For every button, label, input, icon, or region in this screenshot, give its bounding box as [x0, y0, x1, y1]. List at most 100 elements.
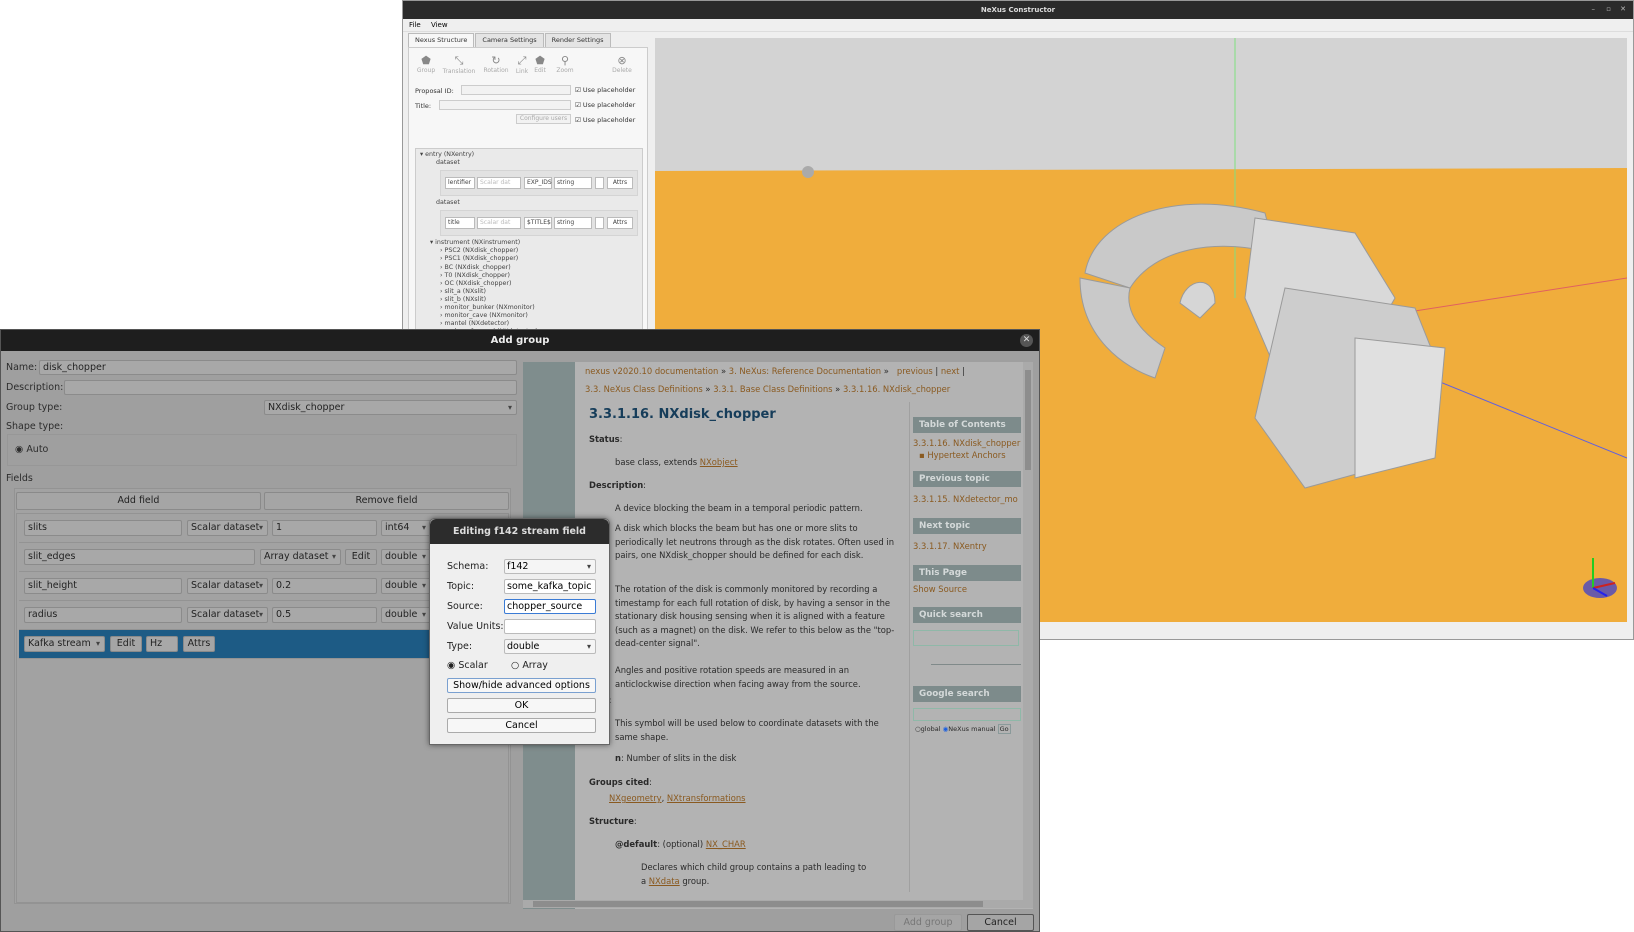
next-link[interactable]: 3.3.1.17. NXentry [913, 541, 987, 551]
link-reference[interactable]: 3. NeXus: Reference Documentation [729, 366, 881, 376]
toolbar-delete[interactable]: ⊗ Delete [609, 54, 635, 74]
toolbar-translation[interactable]: ⤡ Translation [441, 54, 477, 75]
dataset-units[interactable] [595, 177, 604, 190]
menu-file[interactable]: File [409, 21, 421, 29]
schema-select[interactable]: f142 [504, 559, 596, 574]
field-value[interactable]: 1 [272, 520, 377, 536]
group-type-select[interactable]: NXdisk_chopper [264, 400, 517, 415]
field-dtype-select[interactable]: double [381, 607, 431, 623]
dataset-value[interactable]: $TITLE$ [524, 217, 552, 230]
add-field-button[interactable]: Add field [16, 492, 261, 510]
tree-item[interactable]: › slit_b (NXslit) [440, 296, 638, 304]
array-radio[interactable]: ○ Array [511, 660, 548, 671]
users-placeholder-checkbox[interactable]: ☑ Use placeholder [575, 116, 635, 124]
cancel-button[interactable]: Cancel [967, 914, 1034, 931]
attrs-button[interactable]: Attrs [607, 217, 633, 230]
vertical-scrollbar[interactable] [1023, 362, 1033, 900]
field-name[interactable]: slit_height [24, 578, 182, 594]
scrollbar-thumb[interactable] [1025, 370, 1031, 470]
field-name[interactable]: slits [24, 520, 182, 536]
value-units-input[interactable] [504, 619, 596, 634]
tree-item-entry[interactable]: ▾ entry (NXentry) [420, 151, 638, 159]
link-docs-home[interactable]: nexus v2020.10 documentation [585, 366, 718, 376]
stream-cancel-button[interactable]: Cancel [447, 718, 596, 733]
close-icon[interactable]: ✕ [1020, 334, 1033, 347]
field-dtype-select[interactable]: double [381, 578, 431, 594]
shape-auto-radio[interactable]: ◉ Auto [15, 444, 48, 455]
toolbar-zoom[interactable]: ⚲ Zoom [552, 54, 578, 74]
minimize-button[interactable]: – [1592, 5, 1596, 13]
field-kind-select[interactable]: Scalar dataset [187, 607, 268, 623]
stream-kind-select[interactable]: Kafka stream [24, 636, 105, 652]
scalar-radio[interactable]: ◉ Scalar [447, 660, 488, 671]
description-input[interactable] [64, 380, 517, 395]
field-kind-select[interactable]: Array dataset [260, 549, 341, 565]
link-nxdata[interactable]: NXdata [649, 876, 680, 886]
field-kind-select[interactable]: Scalar dataset [187, 520, 268, 536]
toc-subitem[interactable]: ▪ Hypertext Anchors [919, 450, 1023, 460]
toolbar-edit[interactable]: ⬟ Edit [531, 54, 549, 74]
ok-button[interactable]: OK [447, 698, 596, 713]
tree-item[interactable]: › PSC2 (NXdisk_chopper) [440, 247, 638, 255]
dataset-type[interactable]: Scalar dat [477, 217, 521, 230]
tree-item[interactable]: › OC (NXdisk_chopper) [440, 280, 638, 288]
advanced-options-button[interactable]: Show/hide advanced options [447, 678, 596, 693]
field-value[interactable]: 0.2 [272, 578, 377, 594]
link-nxtransformations[interactable]: NXtransformations [667, 793, 746, 803]
stream-units-input[interactable]: Hz [146, 636, 178, 652]
dataset-units[interactable] [595, 217, 604, 230]
hscrollbar-thumb[interactable] [533, 901, 983, 907]
field-name[interactable]: slit_edges [24, 549, 255, 565]
add-group-button[interactable]: Add group [894, 914, 962, 931]
attrs-button[interactable]: Attrs [607, 177, 633, 190]
field-name[interactable]: radius [24, 607, 182, 623]
stream-attrs-button[interactable]: Attrs [183, 636, 215, 652]
dataset-name[interactable]: title [445, 217, 475, 230]
show-source-link[interactable]: Show Source [913, 584, 967, 594]
close-button[interactable]: ✕ [1620, 5, 1626, 13]
tree-item[interactable]: › mantel (NXdetector) [440, 320, 638, 328]
field-dtype-select[interactable]: int64 [381, 520, 431, 536]
title-placeholder-checkbox[interactable]: ☑ Use placeholder [575, 101, 635, 109]
radio-nexus-manual[interactable]: ◉NeXus manual [943, 725, 996, 733]
stream-edit-button[interactable]: Edit [110, 636, 142, 652]
tree-item[interactable]: › monitor_bunker (NXmonitor) [440, 304, 638, 312]
link-nx-char[interactable]: NX_CHAR [706, 839, 746, 849]
prev-link[interactable]: 3.3.1.15. NXdetector_mo [913, 494, 1023, 504]
source-input[interactable]: chopper_source [504, 599, 596, 614]
dataset-dtype[interactable]: string [554, 217, 592, 230]
dataset-dtype[interactable]: string [554, 177, 592, 190]
go-button[interactable]: Go [997, 724, 1011, 734]
proposal-input[interactable] [461, 85, 571, 95]
tree-item-instrument[interactable]: ▾ instrument (NXinstrument) [420, 239, 638, 247]
menu-view[interactable]: View [431, 21, 448, 29]
link-base-class-defs[interactable]: 3.3.1. Base Class Definitions [713, 384, 832, 394]
field-dtype-select[interactable]: double [381, 549, 431, 565]
tree-item[interactable]: › BC (NXdisk_chopper) [440, 264, 638, 272]
dataset-name[interactable]: lentifier [445, 177, 475, 190]
quick-search-input[interactable] [913, 630, 1019, 646]
maximize-button[interactable]: ▫ [1606, 5, 1611, 13]
name-input[interactable]: disk_chopper [39, 360, 517, 375]
toolbar-group[interactable]: ⬟ Group [413, 54, 439, 74]
proposal-placeholder-checkbox[interactable]: ☑ Use placeholder [575, 86, 635, 94]
type-select[interactable]: double [504, 639, 596, 654]
tree-item[interactable]: › slit_a (NXslit) [440, 288, 638, 296]
tree-item[interactable]: › PSC1 (NXdisk_chopper) [440, 255, 638, 263]
field-edit-button[interactable]: Edit [345, 549, 377, 565]
toolbar-rotation[interactable]: ↻ Rotation [481, 54, 511, 74]
toolbar-link[interactable]: ⤢ Link [513, 54, 531, 75]
dataset-value[interactable]: EXP_IDS [524, 177, 552, 190]
field-value[interactable]: 0.5 [272, 607, 377, 623]
toc-item[interactable]: 3.3.1.16. NXdisk_chopper [913, 438, 1023, 448]
remove-field-button[interactable]: Remove field [264, 492, 509, 510]
topic-input[interactable]: some_kafka_topic [504, 579, 596, 594]
field-kind-select[interactable]: Scalar dataset [187, 578, 268, 594]
tree-item[interactable]: › monitor_cave (NXmonitor) [440, 312, 638, 320]
tab-nexus-structure[interactable]: Nexus Structure [408, 33, 475, 47]
tab-render-settings[interactable]: Render Settings [544, 33, 611, 47]
dataset-type[interactable]: Scalar dat [477, 177, 521, 190]
title-input[interactable] [439, 100, 571, 110]
link-class-defs[interactable]: 3.3. NeXus Class Definitions [585, 384, 703, 394]
configure-users-button[interactable]: Configure users [516, 114, 571, 124]
